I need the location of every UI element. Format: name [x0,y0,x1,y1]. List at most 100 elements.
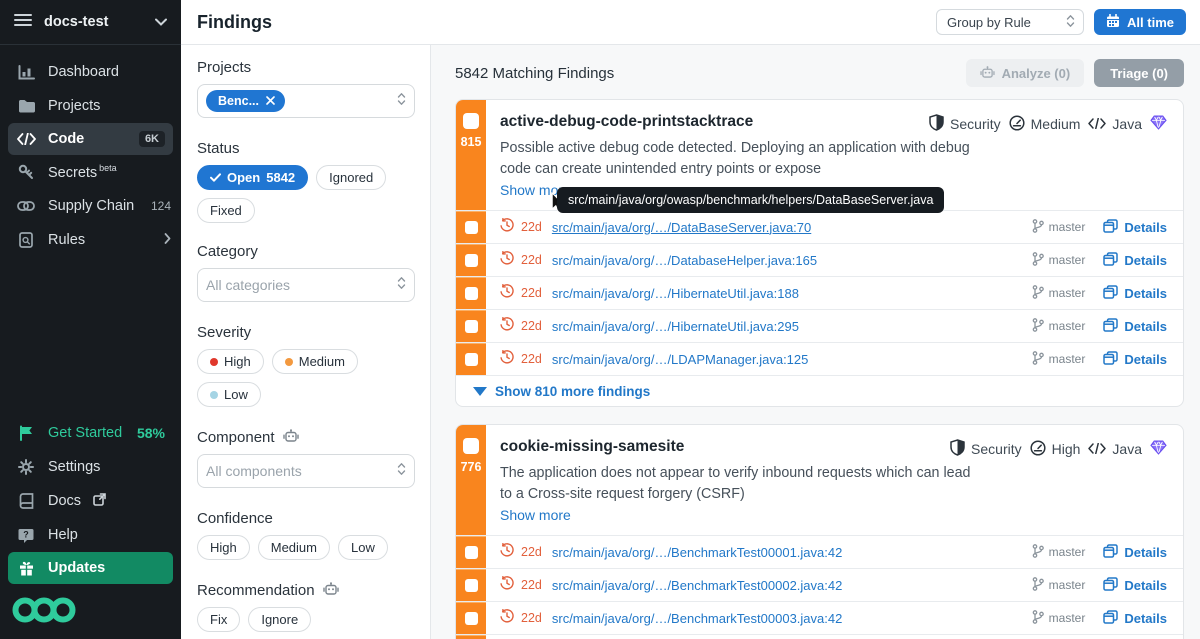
finding-path-link[interactable]: src/main/java/org/…/DatabaseHelper.java:… [552,253,1032,268]
row-checkbox[interactable] [465,320,478,333]
history-clock-icon [500,543,514,562]
details-link[interactable]: Details [1103,318,1167,335]
finding-age: 22d [521,611,542,625]
select-chevrons-icon [1066,14,1075,31]
recommendation-ignore-pill[interactable]: Ignore [248,607,311,632]
category-select[interactable]: All categories [197,268,415,302]
git-branch-icon [1032,252,1044,269]
severity-tag: High [1030,440,1081,459]
row-checkbox[interactable] [465,546,478,559]
component-filter-label: Component [197,429,414,446]
analyze-label: Analyze (0) [1002,66,1071,81]
rule-tags: Security Medium Java [929,114,1167,134]
finding-path-link[interactable]: src/main/java/org/…/BenchmarkTest00002.j… [552,578,1032,593]
sidebar-item-help[interactable]: ? Help [0,518,181,552]
sidebar-item-projects[interactable]: Projects [0,89,181,123]
confidence-high-pill[interactable]: High [197,535,250,560]
finding-age: 22d [521,286,542,300]
org-chevron-down-icon[interactable] [155,13,167,31]
card-select-column: 815 [456,100,486,210]
row-checkbox[interactable] [465,353,478,366]
medium-severity-dot [285,358,293,366]
confidence-low-pill[interactable]: Low [338,535,388,560]
chip-close-icon[interactable] [266,94,275,108]
finding-path-link[interactable]: src/main/java/org/…/LDAPManager.java:125 [552,352,1032,367]
sidebar-item-updates[interactable]: Updates [8,552,173,584]
recommendation-fix-pill[interactable]: Fix [197,607,240,632]
supply-chain-count: 124 [151,199,171,213]
window-icon [1103,610,1118,627]
card-checkbox[interactable] [463,438,479,454]
sidebar-item-secrets[interactable]: Secretsbeta [0,155,181,189]
finding-path-link[interactable]: src/main/java/org/…/BenchmarkTest00003.j… [552,611,1032,626]
component-select[interactable]: All components [197,454,415,488]
window-icon [1103,219,1118,236]
rules-doc-icon [16,232,36,248]
finding-path-link[interactable]: src/main/java/org/…/BenchmarkTest00001.j… [552,545,1032,560]
finding-row: 22d src/main/java/org/…/HibernateUtil.ja… [456,276,1183,309]
window-icon [1103,252,1118,269]
confidence-medium-pill[interactable]: Medium [258,535,330,560]
row-checkbox[interactable] [465,221,478,234]
finding-age: 22d [521,578,542,592]
select-chevrons-icon [397,276,406,295]
finding-path-link[interactable]: src/main/java/org/…/HibernateUtil.java:2… [552,319,1032,334]
details-link[interactable]: Details [1103,544,1167,561]
pro-rule-gem-icon [1150,440,1167,458]
category-tag: Security [950,439,1022,459]
row-checkbox[interactable] [465,612,478,625]
flag-icon [16,425,36,441]
shield-icon [929,114,944,134]
sidebar-item-docs[interactable]: Docs [0,484,181,518]
analyze-button[interactable]: Analyze (0) [966,59,1085,87]
severity-high-pill[interactable]: High [197,349,264,374]
check-icon [210,170,221,185]
status-fixed-pill[interactable]: Fixed [197,198,255,223]
sidebar-item-supply-chain[interactable]: Supply Chain 124 [0,189,181,223]
severity-low-pill[interactable]: Low [197,382,261,407]
sidebar-item-rules[interactable]: Rules [0,223,181,257]
show-more-link[interactable]: Show more [500,507,571,523]
status-ignored-pill[interactable]: Ignored [316,165,386,190]
finding-path-link[interactable]: src/main/java/org/…/DataBaseServer.java:… [552,220,1032,235]
row-checkbox[interactable] [465,254,478,267]
severity-medium-pill[interactable]: Medium [272,349,358,374]
project-chip[interactable]: Benc... [206,90,285,112]
robot-icon [283,429,299,446]
group-by-select[interactable]: Group by Rule [936,9,1084,35]
projects-select[interactable]: Benc... [197,84,415,118]
hamburger-icon[interactable] [14,13,32,32]
robot-icon [980,66,995,81]
branch-label: master [1032,544,1086,561]
language-tag: Java [1088,116,1142,132]
details-link[interactable]: Details [1103,610,1167,627]
sidebar-item-dashboard[interactable]: Dashboard [0,55,181,89]
rule-description: Possible active debug code detected. Dep… [500,138,978,180]
details-link[interactable]: Details [1103,252,1167,269]
row-checkbox[interactable] [465,579,478,592]
row-checkbox[interactable] [465,287,478,300]
show-more-findings-button[interactable]: Show 810 more findings [456,375,1183,406]
sidebar-item-label: Updates [48,560,165,576]
status-open-pill[interactable]: Open 5842 [197,165,308,190]
details-link[interactable]: Details [1103,577,1167,594]
finding-path-link[interactable]: src/main/java/org/…/HibernateUtil.java:1… [552,286,1032,301]
book-icon [16,493,36,509]
details-link[interactable]: Details [1103,351,1167,368]
sidebar-item-code[interactable]: Code 6K [8,123,173,155]
details-link[interactable]: Details [1103,285,1167,302]
status-open-count: 5842 [266,170,295,185]
sidebar-item-label: Supply Chain [48,198,139,214]
finding-card: 776 cookie-missing-samesite Security Hig… [455,424,1184,639]
finding-row: 22d src/main/java/org/…/DataBaseServer.j… [456,210,1183,243]
git-branch-icon [1032,285,1044,302]
window-icon [1103,285,1118,302]
sidebar-item-get-started[interactable]: Get Started 58% [0,416,181,450]
card-checkbox[interactable] [463,113,479,129]
all-time-button[interactable]: All time [1094,9,1186,35]
git-branch-icon [1032,577,1044,594]
details-link[interactable]: Details [1103,219,1167,236]
triage-button[interactable]: Triage (0) [1094,59,1184,87]
sidebar-item-settings[interactable]: Settings [0,450,181,484]
branch-label: master [1032,610,1086,627]
